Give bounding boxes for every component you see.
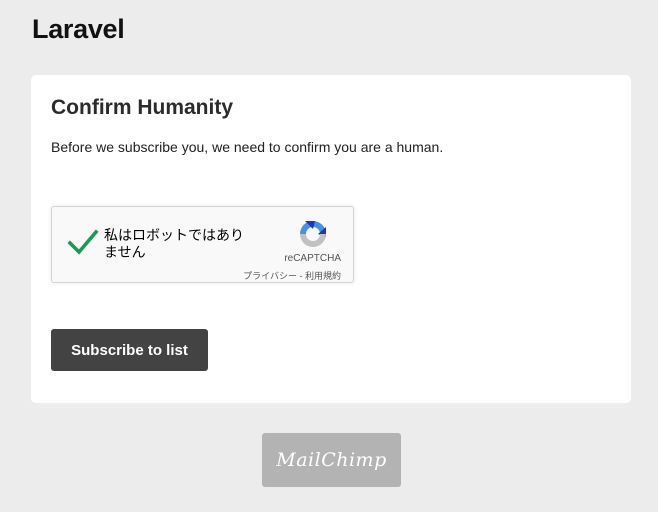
site-title: Laravel [32,14,125,44]
recaptcha-widget[interactable]: 私はロボットではありません reCAPTCHA プライバシー - 利用規約 [51,206,354,283]
recaptcha-logo-icon [300,221,326,247]
card-description: Before we subscribe you, we need to conf… [51,139,444,155]
recaptcha-links[interactable]: プライバシー - 利用規約 [243,269,341,282]
recaptcha-brand: reCAPTCHA [284,253,341,264]
card-title: Confirm Humanity [51,96,234,119]
confirm-card: Confirm Humanity Before we subscribe you… [31,75,631,403]
checkmark-icon[interactable] [67,227,99,257]
subscribe-button[interactable]: Subscribe to list [51,329,208,371]
mailchimp-logo-text: MailChimp [276,449,387,471]
recaptcha-label: 私はロボットではありません [104,227,244,260]
mailchimp-badge[interactable]: MailChimp [262,433,401,487]
